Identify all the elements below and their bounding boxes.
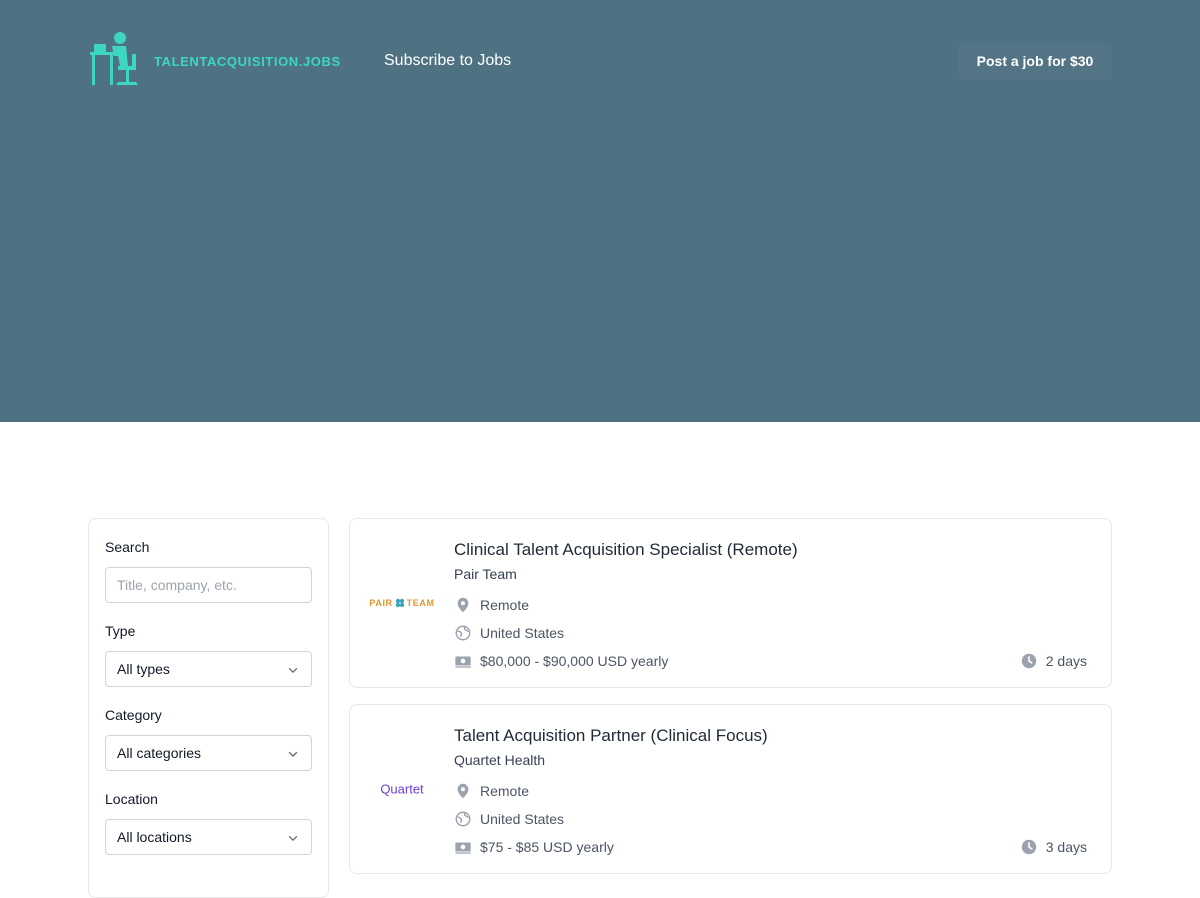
type-select-value: All types	[117, 661, 170, 677]
category-select-value: All categories	[117, 745, 202, 761]
job-title[interactable]: Talent Acquisition Partner (Clinical Foc…	[454, 726, 768, 746]
location-select-value: All locations	[117, 829, 192, 845]
job-age-text: 3 days	[1045, 839, 1087, 855]
map-pin-icon	[457, 783, 469, 799]
chevron-down-icon	[286, 747, 300, 764]
banknote-icon	[455, 842, 471, 854]
location-label: Location	[105, 791, 158, 807]
company-logo: Quartet	[374, 782, 430, 797]
clock-icon	[1021, 653, 1036, 669]
category-label: Category	[105, 707, 162, 723]
search-label: Search	[105, 539, 150, 555]
job-age-text: 2 days	[1045, 653, 1087, 669]
globe-icon	[455, 811, 471, 827]
job-title[interactable]: Clinical Talent Acquisition Specialist (…	[454, 540, 798, 560]
job-salary-text: $75 - $85 USD yearly	[480, 839, 614, 855]
type-select[interactable]: All types	[105, 651, 312, 687]
subscribe-link[interactable]: Subscribe to Jobs	[384, 52, 511, 70]
chevron-down-icon	[286, 831, 300, 848]
job-salary: $80,000 - $90,000 USD yearly	[454, 652, 668, 670]
globe-icon	[455, 625, 471, 641]
category-select[interactable]: All categories	[105, 735, 312, 771]
desk-person-icon	[88, 30, 146, 93]
company-name: Pair Team	[454, 566, 517, 582]
job-country-text: United States	[480, 625, 565, 641]
company-logo: PAIR TEAM	[369, 598, 434, 608]
job-location: Remote	[454, 782, 529, 800]
job-country: United States	[454, 810, 564, 828]
job-country-text: United States	[480, 811, 565, 827]
filter-sidebar: Search Type All types Category All categ…	[88, 518, 329, 898]
job-location-text: Remote	[480, 783, 530, 799]
job-age: 2 days	[1020, 652, 1087, 670]
search-input[interactable]	[105, 567, 312, 603]
post-job-button[interactable]: Post a job for $30	[958, 42, 1112, 80]
pair-logo-left: PAIR	[369, 598, 393, 608]
job-card[interactable]: Quartet Talent Acquisition Partner (Clin…	[349, 704, 1112, 874]
chevron-down-icon	[286, 663, 300, 680]
banknote-icon	[455, 656, 471, 668]
clock-icon	[1021, 839, 1036, 855]
pair-logo-mark-icon	[395, 598, 404, 608]
logo-text: TALENTACQUISITION.JOBS	[154, 53, 341, 69]
job-country: United States	[454, 624, 564, 642]
pair-logo-right: TEAM	[406, 598, 435, 608]
job-salary: $75 - $85 USD yearly	[454, 838, 614, 856]
hero-banner: TALENTACQUISITION.JOBS Subscribe to Jobs…	[0, 0, 1200, 422]
map-pin-icon	[457, 597, 469, 613]
job-card[interactable]: PAIR TEAM Clinical Talent Acquisition Sp…	[349, 518, 1112, 688]
job-location-text: Remote	[480, 597, 530, 613]
job-age: 3 days	[1020, 838, 1087, 856]
location-select[interactable]: All locations	[105, 819, 312, 855]
quartet-logo-text: Quartet	[380, 781, 424, 797]
type-label: Type	[105, 623, 136, 639]
site-logo[interactable]: TALENTACQUISITION.JOBS	[88, 30, 341, 93]
job-location: Remote	[454, 596, 529, 614]
company-name: Quartet Health	[454, 752, 546, 768]
job-salary-text: $80,000 - $90,000 USD yearly	[480, 653, 669, 669]
